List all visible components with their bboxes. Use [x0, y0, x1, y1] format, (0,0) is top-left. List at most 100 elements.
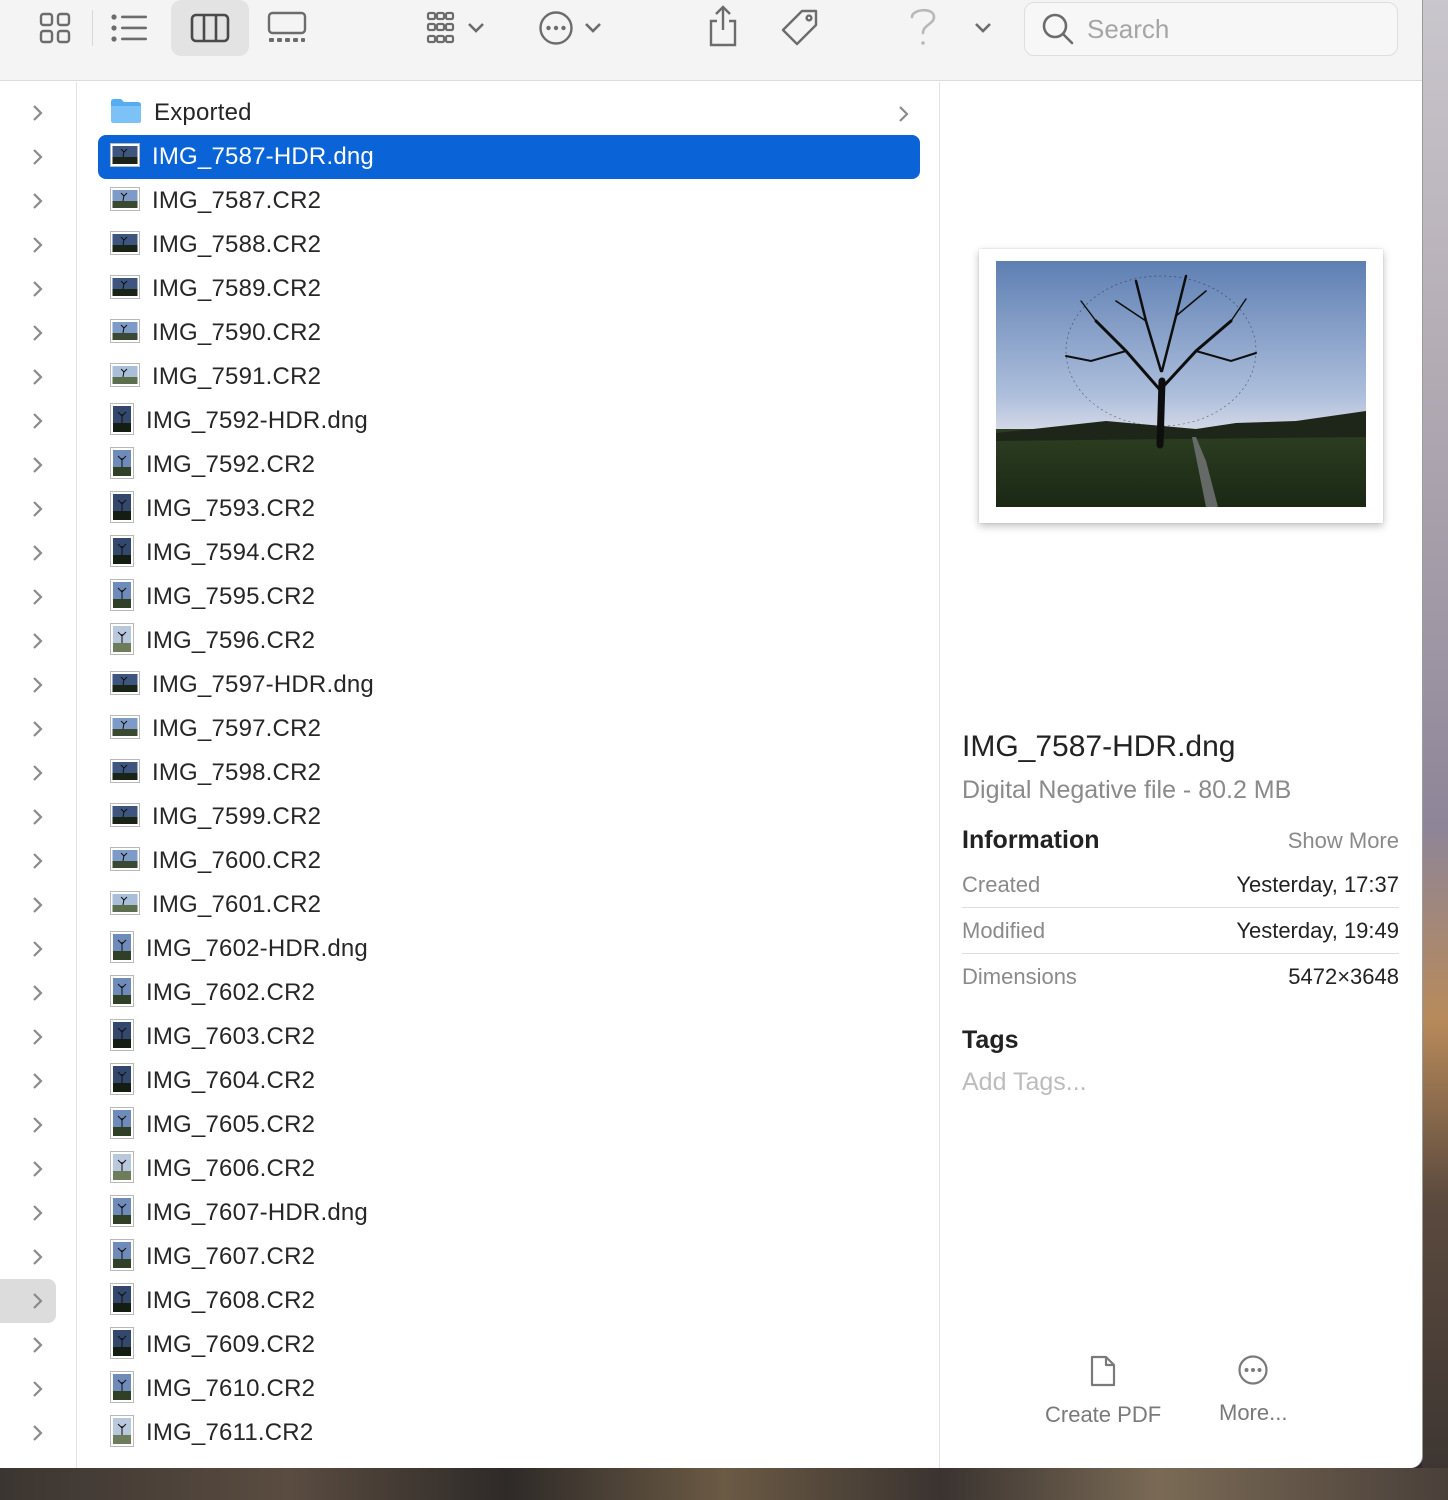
chevron-right-icon: [899, 106, 909, 122]
file-thumbnail: [110, 890, 140, 920]
more-actions-button[interactable]: More...: [1219, 1354, 1287, 1426]
file-row[interactable]: IMG_7610.CR2: [98, 1367, 920, 1411]
parent-column-row[interactable]: [0, 575, 77, 619]
chevron-right-icon: [33, 1205, 43, 1221]
gallery-view-button[interactable]: [258, 6, 316, 50]
file-row[interactable]: IMG_7588.CR2: [98, 223, 920, 267]
file-row[interactable]: IMG_7602.CR2: [98, 971, 920, 1015]
image-file-icon: [110, 758, 140, 783]
column-view-button[interactable]: [171, 0, 249, 56]
show-more-link[interactable]: Show More: [1288, 828, 1399, 854]
icon-view-button[interactable]: [26, 6, 84, 50]
file-row[interactable]: IMG_7601.CR2: [98, 883, 920, 927]
file-row[interactable]: IMG_7609.CR2: [98, 1323, 920, 1367]
parent-column-row[interactable]: [0, 223, 77, 267]
file-name: IMG_7602-HDR.dng: [146, 935, 368, 962]
file-row[interactable]: IMG_7600.CR2: [98, 839, 920, 883]
preview-image: [996, 261, 1366, 507]
file-name: IMG_7596.CR2: [146, 627, 316, 654]
file-row[interactable]: IMG_7595.CR2: [98, 575, 920, 619]
file-row[interactable]: IMG_7605.CR2: [98, 1103, 920, 1147]
parent-column-row[interactable]: [0, 1103, 77, 1147]
more-label: More...: [1219, 1400, 1288, 1425]
parent-column-row[interactable]: [0, 751, 77, 795]
file-row[interactable]: IMG_7593.CR2: [98, 487, 920, 531]
parent-column-row[interactable]: [0, 91, 77, 135]
parent-column-row[interactable]: [0, 1411, 77, 1455]
parent-column-row[interactable]: [0, 1323, 77, 1367]
file-name: IMG_7599.CR2: [152, 803, 322, 830]
parent-column-row[interactable]: [0, 1147, 77, 1191]
file-row[interactable]: IMG_7597.CR2: [98, 707, 920, 751]
file-row[interactable]: IMG_7587.CR2: [98, 179, 920, 223]
parent-column-row[interactable]: [0, 1235, 77, 1279]
finder-window: Exported IMG_7587-HDR.dng IMG_7587.CR2 IMG_…: [0, 0, 1422, 1468]
image-file-icon: [110, 186, 140, 211]
file-name: IMG_7602.CR2: [146, 979, 316, 1006]
file-row[interactable]: IMG_7587-HDR.dng: [98, 135, 920, 179]
file-row[interactable]: IMG_7592.CR2: [98, 443, 920, 487]
file-row[interactable]: IMG_7611.CR2: [98, 1411, 920, 1455]
file-name: IMG_7593.CR2: [146, 495, 316, 522]
parent-column-row[interactable]: [0, 883, 77, 927]
image-file-icon: [110, 490, 134, 523]
list-view-button[interactable]: [100, 6, 158, 50]
file-row[interactable]: IMG_7594.CR2: [98, 531, 920, 575]
chevron-right-icon: [33, 633, 43, 649]
parent-column-row[interactable]: [0, 971, 77, 1015]
file-row[interactable]: IMG_7603.CR2: [98, 1015, 920, 1059]
share-button[interactable]: [700, 2, 746, 50]
search-input[interactable]: [1087, 13, 1367, 45]
file-row[interactable]: IMG_7608.CR2: [98, 1279, 920, 1323]
parent-column-row[interactable]: [0, 619, 77, 663]
parent-column-row[interactable]: [0, 267, 77, 311]
parent-column-row[interactable]: [0, 399, 77, 443]
file-row[interactable]: IMG_7597-HDR.dng: [98, 663, 920, 707]
image-file-icon: [110, 142, 140, 167]
parent-column-row[interactable]: [0, 443, 77, 487]
toolbar-overflow-button[interactable]: [966, 10, 1000, 46]
create-pdf-button[interactable]: Create PDF: [1045, 1354, 1161, 1428]
file-row[interactable]: IMG_7591.CR2: [98, 355, 920, 399]
parent-column-row[interactable]: [0, 311, 77, 355]
parent-column-row[interactable]: [0, 135, 77, 179]
file-name: IMG_7604.CR2: [146, 1067, 316, 1094]
file-thumbnail: [110, 670, 140, 700]
parent-column-row[interactable]: [0, 795, 77, 839]
file-row[interactable]: IMG_7592-HDR.dng: [98, 399, 920, 443]
file-row[interactable]: IMG_7604.CR2: [98, 1059, 920, 1103]
folder-row[interactable]: Exported: [98, 91, 920, 135]
chevron-right-icon: [33, 1161, 43, 1177]
add-tags-field[interactable]: Add Tags...: [962, 1068, 1087, 1097]
parent-column-row[interactable]: [0, 1279, 77, 1323]
tag-button[interactable]: [776, 4, 824, 52]
parent-column-row[interactable]: [0, 531, 77, 575]
parent-column-row[interactable]: [0, 487, 77, 531]
file-row[interactable]: IMG_7606.CR2: [98, 1147, 920, 1191]
parent-column-row[interactable]: [0, 1367, 77, 1411]
file-row[interactable]: IMG_7598.CR2: [98, 751, 920, 795]
desktop-background: [1422, 0, 1448, 1500]
file-row[interactable]: IMG_7602-HDR.dng: [98, 927, 920, 971]
file-row[interactable]: IMG_7607-HDR.dng: [98, 1191, 920, 1235]
search-field[interactable]: [1024, 2, 1398, 56]
file-row[interactable]: IMG_7607.CR2: [98, 1235, 920, 1279]
action-menu-button[interactable]: [530, 6, 610, 50]
file-thumbnail: [110, 1106, 134, 1144]
file-row[interactable]: IMG_7589.CR2: [98, 267, 920, 311]
parent-column-row[interactable]: [0, 927, 77, 971]
parent-column-row[interactable]: [0, 1015, 77, 1059]
file-row[interactable]: IMG_7599.CR2: [98, 795, 920, 839]
file-row[interactable]: IMG_7596.CR2: [98, 619, 920, 663]
file-row[interactable]: IMG_7590.CR2: [98, 311, 920, 355]
help-button[interactable]: [900, 2, 946, 52]
group-by-button[interactable]: [410, 6, 494, 50]
parent-column-row[interactable]: [0, 1059, 77, 1103]
file-thumbnail: [110, 1370, 134, 1408]
parent-column-row[interactable]: [0, 707, 77, 751]
parent-column-row[interactable]: [0, 1191, 77, 1235]
parent-column-row[interactable]: [0, 663, 77, 707]
parent-column-row[interactable]: [0, 355, 77, 399]
parent-column-row[interactable]: [0, 179, 77, 223]
parent-column-row[interactable]: [0, 839, 77, 883]
